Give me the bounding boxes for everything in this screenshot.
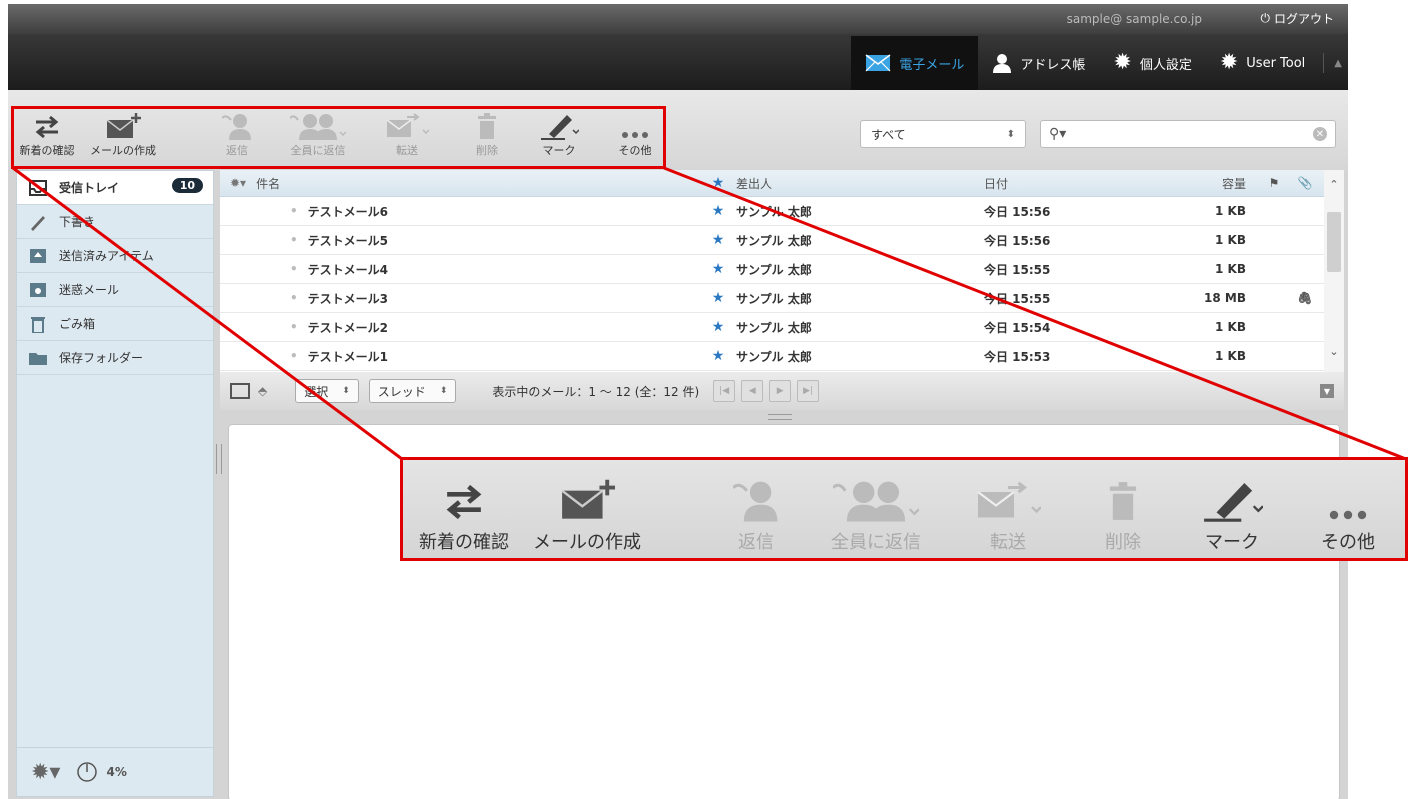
- more-dots-icon: [1329, 510, 1367, 520]
- zoom-reply: 返信: [733, 476, 779, 554]
- callout-line-right: [663, 166, 1407, 461]
- compose-mail-icon: [561, 479, 615, 519]
- zoom-compose: メールの作成: [533, 476, 641, 554]
- zoom-delete: 削除: [1105, 476, 1141, 554]
- zoom-reply-all-label: 全員に返信: [831, 532, 921, 553]
- zoom-delete-label: 削除: [1105, 532, 1141, 553]
- callout-line-left: [12, 166, 403, 461]
- zoom-more: その他: [1321, 476, 1375, 554]
- zoom-check-new: 新着の確認: [419, 476, 509, 554]
- trash-icon: [1109, 482, 1137, 520]
- reply-all-icon: [833, 481, 919, 522]
- zoom-reply-all: 全員に返信: [831, 476, 921, 554]
- zoom-mark: マーク: [1201, 476, 1263, 554]
- zoom-check-new-label: 新着の確認: [419, 532, 509, 553]
- reply-icon: [733, 481, 778, 522]
- callout-lines: [12, 166, 1407, 461]
- zoom-mark-label: マーク: [1205, 532, 1259, 553]
- mark-pen-icon: [1204, 482, 1263, 522]
- zoom-forward-label: 転送: [990, 532, 1026, 553]
- refresh-arrows-icon: [446, 484, 482, 520]
- forward-icon: [977, 481, 1041, 518]
- zoom-reply-label: 返信: [738, 532, 774, 553]
- zoom-more-label: その他: [1321, 532, 1375, 553]
- toolbar-zoom-callout: 新着の確認 メールの作成 返信 全員に返信 転送 削除 マーク その他: [400, 457, 1408, 561]
- zoom-forward: 転送: [975, 476, 1041, 554]
- zoom-compose-label: メールの作成: [533, 532, 641, 553]
